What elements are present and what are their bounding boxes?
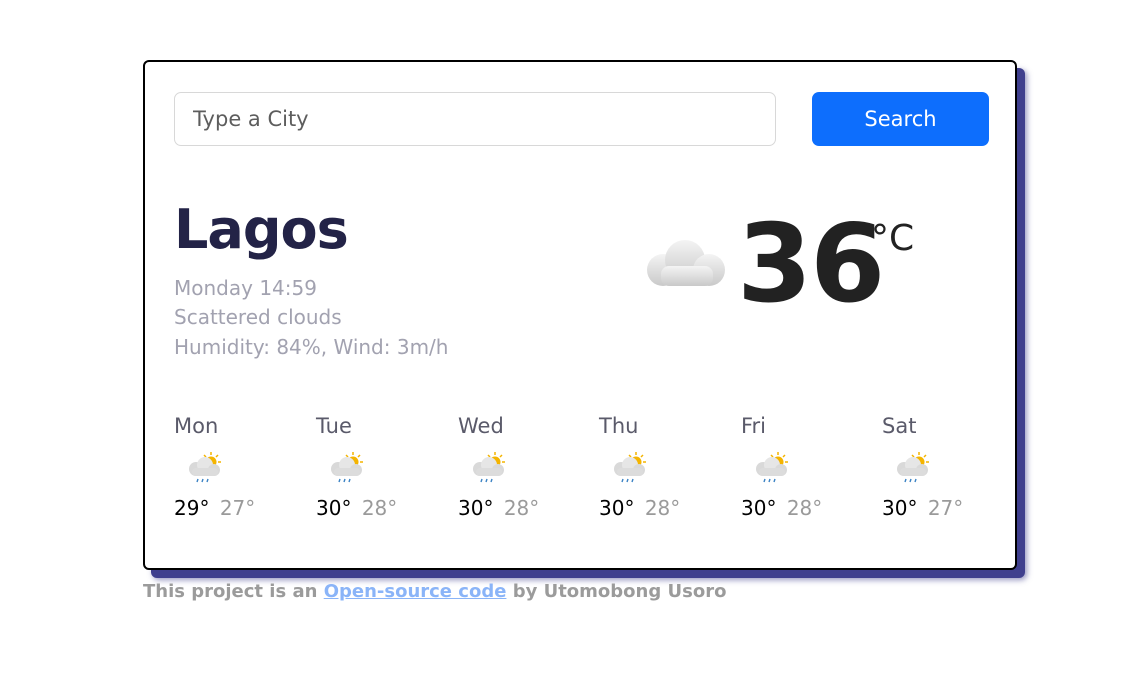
sun-cloud-rain-icon [331, 452, 363, 483]
forecast-day-name: Fri [741, 414, 767, 438]
sun-cloud-rain-icon [189, 452, 221, 483]
sun-cloud-rain-icon [756, 452, 788, 483]
forecast-day-name: Sat [882, 414, 917, 438]
forecast-temps: 30° 28° [599, 496, 719, 520]
forecast-day: Mon 29° 27° [174, 414, 294, 520]
forecast-max: 29° [174, 496, 210, 520]
forecast-day: Fri 30° 28° [741, 414, 861, 520]
weather-card: Search Lagos Monday 14:59 Scattered clou… [143, 60, 1017, 570]
cloud-icon [647, 240, 725, 286]
forecast-temps: 30° 28° [316, 496, 436, 520]
forecast-temps: 29° 27° [174, 496, 294, 520]
search-button[interactable]: Search [812, 92, 989, 146]
forecast-max: 30° [458, 496, 494, 520]
temperature-unit: °C [871, 218, 915, 259]
footer-prefix: This project is an [143, 581, 318, 602]
forecast-min: 28° [503, 496, 540, 520]
current-datetime: Monday 14:59 [174, 276, 317, 300]
forecast-temps: 30° 28° [458, 496, 578, 520]
forecast-min: 27° [219, 496, 256, 520]
forecast-temps: 30° 28° [741, 496, 861, 520]
forecast-min: 28° [361, 496, 398, 520]
forecast-day-name: Wed [458, 414, 504, 438]
forecast-min: 28° [644, 496, 681, 520]
current-temperature: 36 [737, 202, 885, 327]
forecast-day-name: Tue [316, 414, 352, 438]
footer-credit: This project is an Open-source code by U… [143, 581, 726, 602]
forecast-temps: 30° 27° [882, 496, 1002, 520]
forecast-min: 27° [927, 496, 964, 520]
footer-suffix: by Utomobong Usoro [512, 581, 727, 602]
sun-cloud-rain-icon [473, 452, 505, 483]
forecast-min: 28° [786, 496, 823, 520]
open-source-link[interactable]: Open-source code [324, 581, 507, 602]
forecast-day-name: Mon [174, 414, 219, 438]
sun-cloud-rain-icon [614, 452, 646, 483]
forecast-day: Wed 30° 28° [458, 414, 578, 520]
forecast-max: 30° [882, 496, 918, 520]
city-name: Lagos [174, 198, 349, 261]
forecast-day: Tue 30° 28° [316, 414, 436, 520]
sun-cloud-rain-icon [897, 452, 929, 483]
weather-description: Scattered clouds [174, 305, 342, 329]
forecast-max: 30° [741, 496, 777, 520]
humidity-wind: Humidity: 84%, Wind: 3m/h [174, 335, 449, 359]
search-input[interactable] [174, 92, 776, 146]
forecast-max: 30° [316, 496, 352, 520]
forecast-day-name: Thu [599, 414, 639, 438]
forecast-max: 30° [599, 496, 635, 520]
forecast-day: Sat 30° 27° [882, 414, 1002, 520]
forecast-day: Thu 30° 28° [599, 414, 719, 520]
